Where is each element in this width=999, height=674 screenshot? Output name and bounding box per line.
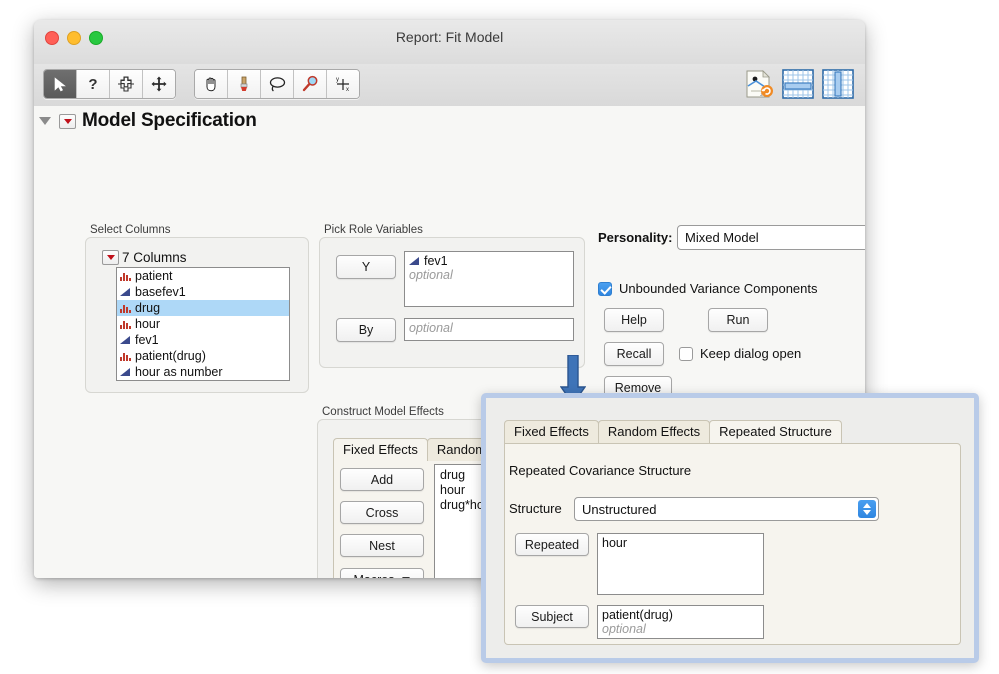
toolbar-group-tools: yx [194,69,360,99]
structure-label: Structure [509,501,562,516]
columns-red-triangle-icon[interactable] [102,250,119,265]
chevron-updown-icon[interactable] [858,500,876,518]
repeated-covariance-structure-heading: Repeated Covariance Structure [509,463,692,478]
repeated-role-button[interactable]: Repeated [515,533,589,556]
unbounded-variance-label: Unbounded Variance Components [619,281,818,296]
by-role-dropzone[interactable]: optional [404,318,574,341]
structure-select[interactable]: Unstructured [574,497,879,521]
section-title: Model Specification [82,110,257,131]
unbounded-variance-checkbox[interactable] [598,281,612,296]
macros-button[interactable]: Macros [340,568,424,578]
hand-grabber-icon[interactable] [195,70,228,98]
inset-tab-repeated-structure[interactable]: Repeated Structure [709,420,842,443]
column-list-item[interactable]: basefev1 [117,284,289,300]
keep-dialog-open-checkbox[interactable] [679,346,693,361]
continuous-icon [409,256,420,267]
recall-button[interactable]: Recall [604,342,664,366]
chevron-down-icon [402,577,411,578]
disclosure-triangle-icon[interactable] [39,117,51,125]
column-name: patient [135,269,173,283]
personality-select[interactable]: Mixed Model [677,225,865,250]
select-columns-label: Select Columns [90,224,171,236]
unbounded-variance-components-row[interactable]: Unbounded Variance Components [598,281,818,296]
by-role-button[interactable]: By [336,318,396,342]
subject-placeholder: optional [602,622,646,636]
by-role-placeholder: optional [409,321,453,335]
move-arrows-icon[interactable] [143,70,175,98]
subject-role-button[interactable]: Subject [515,605,589,628]
y-role-value: fev1 [424,254,448,268]
toolbar-group-select: ? [43,69,176,99]
y-role-dropzone[interactable]: fev1 optional [404,251,574,307]
toolbar: ? y x [34,64,865,107]
continuous-icon [120,335,131,346]
crosshairs-axis-icon[interactable]: yx [327,70,359,98]
inset-tabs[interactable]: Fixed Effects Random Effects Repeated Stru… [504,420,842,443]
column-name: drug [135,301,161,315]
brush-icon[interactable] [228,70,261,98]
construct-model-effects-label: Construct Model Effects [322,406,444,418]
subject-dropzone[interactable]: patient(drug) optional [597,605,764,639]
inset-tab-fixed-effects[interactable]: Fixed Effects [504,420,599,443]
nominal-bars-icon [120,271,131,282]
column-name: fev1 [135,333,159,347]
toolbar-right-group: JMP [741,68,855,100]
column-list-item[interactable]: patient(drug) [117,348,289,364]
repeated-value: hour [602,536,628,550]
keep-dialog-open-label: Keep dialog open [700,346,802,361]
add-effect-button[interactable]: Add [340,468,424,491]
personality-label: Personality: [598,230,673,245]
pick-role-variables-label: Pick Role Variables [324,224,423,236]
column-list-item[interactable]: drug [117,300,289,316]
continuous-icon [120,287,131,298]
keep-dialog-open-row[interactable]: Keep dialog open [679,346,801,361]
run-button[interactable]: Run [708,308,768,332]
help-question-icon[interactable]: ? [77,70,110,98]
column-name: hour as number [135,365,223,379]
column-name: patient(drug) [135,349,206,363]
nest-effect-button[interactable]: Nest [340,534,424,557]
red-triangle-menu-icon[interactable] [59,113,76,129]
svg-text:y: y [336,77,339,83]
macros-label: Macros [354,573,395,579]
columns-count-label: 7 Columns [122,250,187,265]
help-button[interactable]: Help [604,308,664,332]
continuous-icon [120,367,131,378]
cme-tab-fixed-effects[interactable]: Fixed Effects [333,438,428,461]
inset-tab-random-effects[interactable]: Random Effects [597,420,711,443]
column-list-item[interactable]: hour as number [117,364,289,380]
repeated-structure-inset-panel: Fixed Effects Random Effects Repeated Stru… [481,393,979,663]
y-role-placeholder: optional [409,268,453,282]
data-table-columns-icon[interactable] [821,68,855,100]
columns-count-header[interactable]: 7 Columns [102,250,187,265]
column-list-item[interactable]: fev1 [117,332,289,348]
column-name: hour [135,317,161,331]
subject-value: patient(drug) [602,608,673,622]
window-titlebar: Report: Fit Model [34,20,865,65]
column-list-item[interactable]: hour [117,316,289,332]
column-name: basefev1 [135,285,186,299]
window-title: Report: Fit Model [395,29,504,45]
jmp-script-icon[interactable]: JMP [741,68,775,100]
structure-selected-value: Unstructured [582,501,657,517]
nominal-bars-icon [120,351,131,362]
crosshair-icon[interactable] [110,70,143,98]
y-role-value-row[interactable]: fev1 [409,254,569,268]
model-specification-header[interactable]: Model Specification [39,110,257,132]
lasso-icon[interactable] [261,70,294,98]
columns-listbox[interactable]: patient basefev1 drug hour fev1 patient(drug)… [116,267,290,381]
cross-effect-button[interactable]: Cross [340,501,424,524]
y-role-button[interactable]: Y [336,255,396,279]
personality-selected-value: Mixed Model [685,230,759,245]
column-list-item[interactable]: patient [117,268,289,284]
screenshot-root: Report: Fit Model ? y x Model Specificat… [0,0,999,674]
svg-text:x: x [346,87,349,93]
repeated-dropzone[interactable]: hour [597,533,764,595]
data-table-rows-icon[interactable] [781,68,815,100]
arrow-cursor-icon[interactable] [44,70,77,98]
nominal-bars-icon [120,319,131,330]
magnifier-icon[interactable] [294,70,327,98]
nominal-bars-icon [120,303,131,314]
